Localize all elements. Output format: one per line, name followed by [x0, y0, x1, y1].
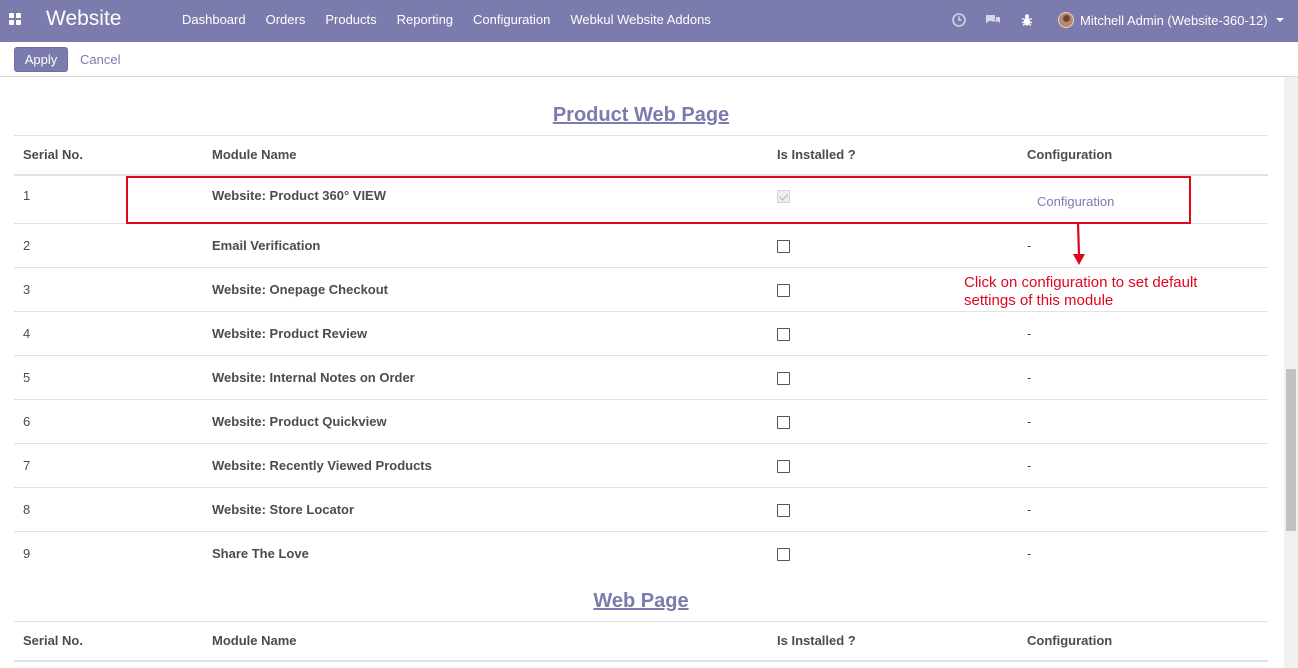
menu-reporting[interactable]: Reporting	[387, 0, 463, 42]
module-name-cell: Website: Internal Notes on Order	[203, 355, 768, 400]
installed-cell	[768, 487, 1018, 532]
debug-bug-icon[interactable]	[1019, 12, 1035, 28]
installed-checkbox[interactable]	[777, 415, 790, 429]
configuration-cell: -	[1027, 546, 1032, 562]
installed-cell	[768, 399, 1018, 444]
table-row: 4 Website: Product Review -	[14, 311, 1268, 356]
configuration-cell: -	[1018, 355, 1268, 400]
menu-orders[interactable]: Orders	[256, 0, 316, 42]
table-row: 8 Website: Store Locator -	[14, 487, 1268, 532]
column-header-serial: Serial No.	[14, 621, 203, 662]
table-row: 7 Website: Recently Viewed Products -	[14, 443, 1268, 488]
configuration-cell: -	[1018, 223, 1268, 268]
installed-cell	[768, 443, 1018, 488]
column-header-serial: Serial No.	[14, 135, 203, 176]
installed-checkbox[interactable]	[777, 283, 790, 297]
user-name: Mitchell Admin (Website-360-12)	[1080, 12, 1268, 28]
apps-menu-icon[interactable]	[9, 13, 21, 25]
menu-webkul-addons[interactable]: Webkul Website Addons	[560, 0, 720, 42]
settings-content: Product Web Page Serial No. Module Name …	[0, 77, 1284, 668]
installed-checkbox[interactable]	[777, 327, 790, 341]
avatar	[1058, 12, 1074, 28]
module-name-cell: Website: Product Quickview	[203, 399, 768, 444]
module-name-cell: Share The Love	[212, 546, 309, 562]
serial-cell: 6	[14, 399, 203, 444]
serial-cell: 9	[23, 546, 31, 562]
callout-line-2: settings of this module	[964, 292, 1114, 309]
module-name-cell: Email Verification	[203, 223, 768, 268]
installed-checkbox[interactable]	[777, 239, 790, 253]
menu-configuration[interactable]: Configuration	[463, 0, 560, 42]
modules-table-web-page: Serial No. Module Name Is Installed ? Co…	[14, 621, 1268, 662]
serial-cell: 5	[14, 355, 203, 400]
app-brand[interactable]: Website	[46, 7, 121, 31]
column-header-module-name: Module Name	[203, 621, 768, 662]
table-header-row: Serial No. Module Name Is Installed ? Co…	[14, 621, 1268, 662]
chat-bubbles-icon[interactable]	[985, 12, 1001, 28]
configuration-cell: -	[1018, 399, 1268, 444]
module-name-cell: Website: Product Review	[203, 311, 768, 356]
cancel-button[interactable]: Cancel	[80, 52, 120, 67]
installed-cell	[768, 355, 1018, 400]
installed-checkbox[interactable]	[777, 547, 790, 561]
module-name-cell: Website: Onepage Checkout	[203, 267, 768, 312]
module-name-cell: Website: Recently Viewed Products	[203, 443, 768, 488]
installed-checkbox[interactable]	[777, 459, 790, 473]
scrollbar-thumb[interactable]	[1286, 369, 1296, 531]
user-menu[interactable]: Mitchell Admin (Website-360-12)	[1058, 10, 1284, 30]
installed-cell	[768, 532, 1018, 576]
serial-cell: 3	[14, 267, 203, 312]
serial-cell: 4	[14, 311, 203, 356]
installed-cell	[768, 223, 1018, 268]
column-header-module-name: Module Name	[203, 135, 768, 176]
configuration-cell: -	[1018, 311, 1268, 356]
configuration-cell: -	[1018, 487, 1268, 532]
apply-button[interactable]: Apply	[14, 47, 68, 72]
serial-cell: 8	[14, 487, 203, 532]
activity-clock-icon[interactable]	[951, 12, 967, 28]
table-row: 6 Website: Product Quickview -	[14, 399, 1268, 444]
column-header-configuration: Configuration	[1018, 135, 1268, 176]
main-menu: Dashboard Orders Products Reporting Conf…	[172, 0, 721, 42]
annotation-arrow-icon	[1073, 223, 1085, 265]
table-row: 9 Share The Love -	[14, 532, 1268, 576]
column-header-configuration: Configuration	[1018, 621, 1268, 662]
callout-line-1: Click on configuration to set default	[964, 274, 1198, 291]
menu-dashboard[interactable]: Dashboard	[172, 0, 256, 42]
top-navbar: Website Dashboard Orders Products Report…	[0, 0, 1298, 42]
control-panel: Apply Cancel	[0, 42, 1298, 77]
table-header-row: Serial No. Module Name Is Installed ? Co…	[14, 135, 1268, 176]
column-header-installed: Is Installed ?	[768, 135, 1018, 176]
chevron-down-icon	[1275, 18, 1284, 22]
column-header-installed: Is Installed ?	[768, 621, 1018, 662]
installed-cell	[768, 311, 1018, 356]
section-title-web-page: Web Page	[593, 590, 689, 612]
section-title-product-web-page: Product Web Page	[552, 104, 730, 126]
installed-checkbox[interactable]	[777, 503, 790, 517]
menu-products[interactable]: Products	[315, 0, 386, 42]
highlight-box	[126, 176, 1191, 224]
serial-cell: 7	[14, 443, 203, 488]
installed-checkbox[interactable]	[777, 371, 790, 385]
serial-cell: 2	[14, 223, 203, 268]
annotation-callout: Click on configuration to set default se…	[964, 274, 1244, 310]
table-row: 5 Website: Internal Notes on Order -	[14, 355, 1268, 400]
module-name-cell: Website: Store Locator	[203, 487, 768, 532]
configuration-cell: -	[1018, 443, 1268, 488]
